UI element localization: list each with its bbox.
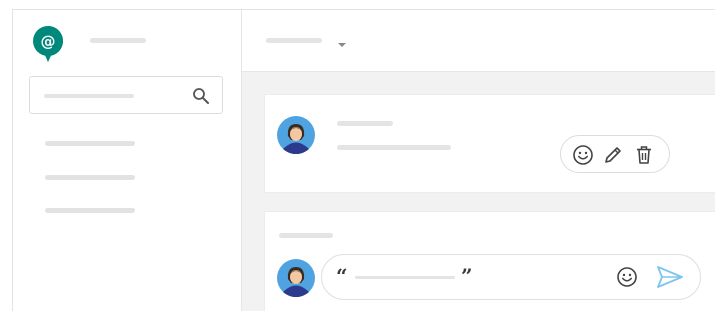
- draft-text-placeholder: [355, 276, 455, 279]
- sidebar: @: [13, 10, 242, 311]
- open-quote: “: [336, 264, 348, 288]
- message-actions: [560, 135, 670, 173]
- avatar[interactable]: [277, 116, 315, 155]
- sidebar-item[interactable]: [45, 141, 135, 146]
- message-text-placeholder: [337, 145, 451, 150]
- reply-card: “ ”: [264, 211, 715, 311]
- chat-app-window: @ “ ”: [12, 9, 715, 311]
- smiley-icon[interactable]: [572, 144, 594, 166]
- chevron-down-icon[interactable]: [337, 36, 347, 47]
- trash-icon[interactable]: [633, 144, 655, 166]
- sidebar-item[interactable]: [45, 208, 135, 213]
- send-icon[interactable]: [656, 265, 684, 289]
- close-quote: ”: [461, 264, 473, 288]
- smiley-icon[interactable]: [616, 266, 638, 288]
- pencil-icon[interactable]: [602, 144, 624, 166]
- room-title-placeholder[interactable]: [266, 38, 322, 43]
- search-input[interactable]: [29, 76, 223, 114]
- hangouts-chat-logo-icon[interactable]: @: [31, 24, 65, 64]
- sender-name-placeholder: [337, 121, 393, 126]
- room-header: [242, 10, 715, 72]
- search-placeholder: [44, 94, 134, 98]
- sidebar-item[interactable]: [45, 175, 135, 180]
- app-name-placeholder: [90, 38, 146, 43]
- avatar[interactable]: [277, 259, 315, 298]
- search-icon[interactable]: [192, 87, 210, 105]
- reply-composer-input[interactable]: “ ”: [321, 254, 701, 300]
- message-card: [264, 94, 715, 193]
- reply-title-placeholder: [279, 233, 333, 238]
- svg-text:@: @: [41, 33, 56, 51]
